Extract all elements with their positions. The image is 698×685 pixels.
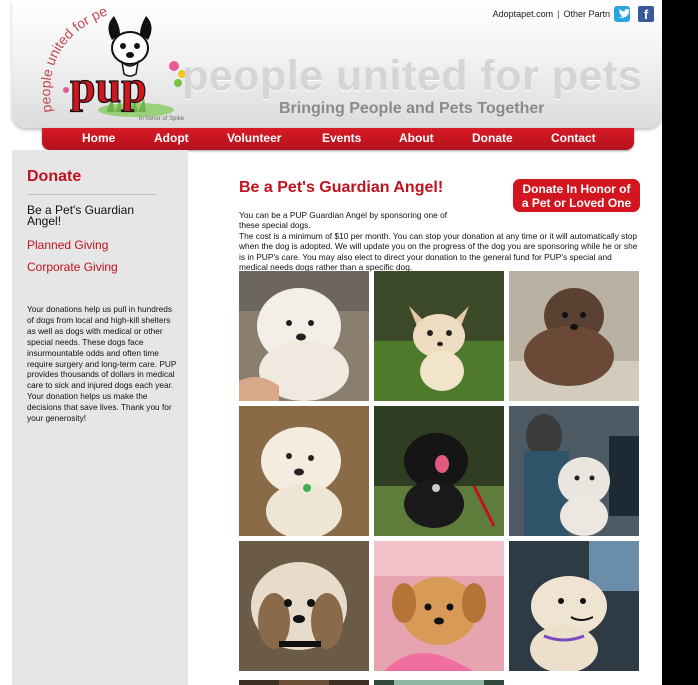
dog-photo-white-fluffy[interactable] <box>239 271 369 401</box>
donate-button-line1: Donate In Honor of <box>522 182 631 196</box>
intro-text: You can be a PUP Guardian Angel by spons… <box>239 210 641 272</box>
dog-photo-partial-2[interactable] <box>374 676 504 685</box>
facebook-icon[interactable]: f <box>638 6 654 22</box>
nav-adopt[interactable]: Adopt <box>154 131 189 145</box>
window-edge <box>662 0 698 685</box>
nav-donate[interactable]: Donate <box>472 131 513 145</box>
nav-volunteer[interactable]: Volunteer <box>227 131 281 145</box>
dog-photo-chihuahua-grass[interactable] <box>374 271 504 401</box>
twitter-icon[interactable] <box>614 6 630 22</box>
other-partners-link[interactable]: Other Partn <box>563 9 610 19</box>
nav-contact[interactable]: Contact <box>551 131 596 145</box>
dog-photo-maltese[interactable] <box>239 406 369 536</box>
dog-photo-long-hair-sofa[interactable] <box>509 271 639 401</box>
sidebar-divider <box>27 194 157 195</box>
dog-photo-shih-tzu[interactable] <box>239 541 369 671</box>
site-title: people united for pets <box>182 52 643 100</box>
top-links: Adoptapet.com | Other Partn <box>493 9 610 19</box>
page-title: Be a Pet's Guardian Angel! <box>239 179 444 196</box>
site-header: pup people united for pets in honor of S… <box>12 0 662 128</box>
sidebar-title: Donate <box>27 168 82 185</box>
dog-photo-black-pom[interactable] <box>374 406 504 536</box>
sidebar-item-corporate-giving[interactable]: Corporate Giving <box>27 260 118 274</box>
site-tagline: Bringing People and Pets Together <box>279 100 545 117</box>
nav-about[interactable]: About <box>399 131 434 145</box>
intro-body: The cost is a minimum of $10 per month. … <box>239 230 638 273</box>
intro-line1: You can be a PUP Guardian Angel by spons… <box>239 210 448 231</box>
nav-home[interactable]: Home <box>82 131 115 145</box>
nav-events[interactable]: Events <box>322 131 361 145</box>
dog-photo-puppy-held[interactable] <box>374 541 504 671</box>
donate-button-line2: a Pet or Loved One <box>521 196 632 210</box>
sidebar-description: Your donations help us pull in hundreds … <box>27 304 177 424</box>
sidebar-item-planned-giving[interactable]: Planned Giving <box>27 238 108 252</box>
sidebar: Donate Be a Pet's Guardian Angel! Planne… <box>12 150 188 685</box>
dog-photo-partial-1[interactable] <box>239 676 369 685</box>
logo-word: pup <box>70 61 147 112</box>
dog-photo-vet-clinic[interactable] <box>509 406 639 536</box>
sidebar-item-guardian-angel[interactable]: Be a Pet's Guardian Angel! <box>27 204 167 227</box>
link-separator: | <box>557 9 560 19</box>
main-nav: Home Adopt Volunteer Events About Donate… <box>42 128 634 150</box>
dog-photo-white-in-car[interactable] <box>509 541 639 671</box>
pup-logo[interactable]: pup people united for pets in honor of S… <box>23 0 206 128</box>
donate-in-honor-button[interactable]: Donate In Honor of a Pet or Loved One <box>513 179 640 212</box>
adoptapet-link[interactable]: Adoptapet.com <box>493 9 554 19</box>
logo-honor-text: in honor of Spike <box>139 116 185 122</box>
